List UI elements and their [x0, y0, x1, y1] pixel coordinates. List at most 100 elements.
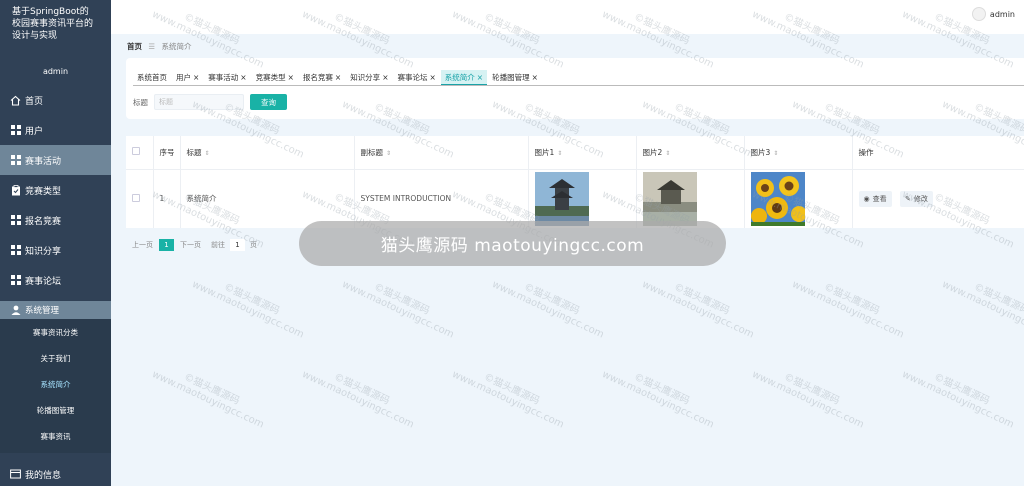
tab-system-intro[interactable]: 系统简介 ×: [440, 70, 488, 85]
sidebar-subitem-carousel[interactable]: 轮播图管理: [0, 397, 111, 423]
page-button-1[interactable]: 1: [159, 239, 174, 251]
cell-actions: ◉ 查看 ✎ 修改: [852, 169, 1024, 228]
avatar[interactable]: [972, 7, 986, 21]
sort-icon[interactable]: ⇕: [665, 150, 670, 157]
prev-page-button[interactable]: 上一页: [132, 239, 153, 251]
tab-knowledge[interactable]: 知识分享 ×: [346, 70, 392, 85]
col-header-label: 副标题: [360, 147, 384, 157]
cell-image-3: [744, 169, 853, 228]
tab-label: 报名竞赛: [302, 73, 333, 82]
pagination: 上一页 1 下一页 前往 1 页: [132, 239, 257, 251]
tab-label: 知识分享: [350, 73, 381, 82]
sidebar-subitem-news[interactable]: 赛事资讯: [0, 423, 111, 449]
close-icon[interactable]: ×: [335, 73, 341, 82]
tab-forum[interactable]: 赛事论坛 ×: [393, 70, 439, 85]
tab-label: 竞赛类型: [255, 73, 286, 82]
col-header: 序号: [153, 136, 181, 170]
close-icon[interactable]: ×: [288, 73, 294, 82]
col-header-label: 图片2: [642, 147, 663, 157]
sidebar-group-label: 系统管理: [25, 306, 60, 316]
tab-bar: 系统首页 用户 × 赛事活动 × 竞赛类型 × 报名竞赛 × 知识分享 × 赛事论坛 × 系…: [133, 70, 543, 85]
pavilion-photo[interactable]: [642, 171, 697, 226]
col-header[interactable]: 标题 ⇕: [180, 136, 355, 170]
grid-icon: [10, 275, 21, 286]
topbar: admin: [111, 0, 1024, 34]
tabs-panel: 系统首页 用户 × 赛事活动 × 竞赛类型 × 报名竞赛 × 知识分享 × 赛事论坛 × 系…: [126, 58, 1024, 119]
cell-image-2: [636, 169, 745, 228]
grid-icon: [10, 125, 21, 136]
edit-label: 修改: [913, 194, 928, 203]
sidebar-item-knowledge[interactable]: 知识分享: [0, 235, 111, 265]
grid-icon: [10, 245, 21, 256]
tab-label: 系统首页: [137, 73, 167, 82]
tab-divider: [133, 85, 1024, 86]
sidebar-item-users[interactable]: 用户: [0, 115, 111, 145]
cell-subtitle: SYSTEM INTRODUCTION: [354, 169, 529, 228]
tab-carousel[interactable]: 轮播图管理 ×: [488, 70, 542, 85]
next-page-button[interactable]: 下一页: [180, 239, 201, 251]
tab-label: 轮播图管理: [492, 73, 530, 82]
close-icon[interactable]: ×: [429, 73, 435, 82]
sidebar-item-competition-type[interactable]: 竞赛类型: [0, 175, 111, 205]
home-icon: [10, 95, 21, 106]
select-all-checkbox[interactable]: [126, 136, 154, 170]
user-icon: [10, 305, 21, 316]
search-button[interactable]: 查询: [250, 94, 287, 110]
view-button[interactable]: ◉ 查看: [858, 190, 892, 207]
col-header: 操作: [852, 136, 1024, 170]
close-icon[interactable]: ×: [532, 73, 538, 82]
col-header[interactable]: 图片2 ⇕: [636, 136, 745, 170]
app-title-line: 基于SpringBoot的: [12, 7, 89, 17]
topbar-username[interactable]: admin: [990, 10, 1015, 19]
app-title-line: 设计与实现: [12, 31, 58, 41]
sidebar-subitem-system-intro[interactable]: 系统简介: [0, 371, 111, 397]
col-header[interactable]: 副标题 ⇕: [354, 136, 529, 170]
sidebar-item-forum[interactable]: 赛事论坛: [0, 265, 111, 295]
sort-icon[interactable]: ⇕: [773, 150, 778, 157]
search-form: 标题 标题 查询: [133, 94, 287, 110]
close-icon[interactable]: ×: [193, 73, 199, 82]
tab-events[interactable]: 赛事活动 ×: [204, 70, 250, 85]
breadcrumb: 首页 ☰ 系统简介: [127, 41, 192, 52]
sidebar-subitem-about[interactable]: 关于我们: [0, 345, 111, 371]
sort-icon[interactable]: ⇕: [386, 150, 391, 157]
sidebar-item-events[interactable]: 赛事活动: [0, 145, 111, 175]
sidebar-item-registration[interactable]: 报名竞赛: [0, 205, 111, 235]
close-icon[interactable]: ×: [240, 73, 246, 82]
sidebar-username: admin: [42, 67, 69, 76]
col-header[interactable]: 图片3 ⇕: [744, 136, 853, 170]
tab-label: 赛事活动: [208, 73, 239, 82]
breadcrumb-home[interactable]: 首页: [127, 42, 142, 51]
tab-competition-type[interactable]: 竞赛类型 ×: [252, 70, 298, 85]
sunflower-photo[interactable]: [750, 171, 805, 226]
row-checkbox[interactable]: [126, 169, 154, 228]
edit-button[interactable]: ✎ 修改: [900, 190, 933, 207]
sidebar-item-home[interactable]: 首页: [0, 85, 111, 115]
breadcrumb-separator-icon: ☰: [148, 42, 156, 51]
tab-label: 用户: [176, 73, 191, 82]
sidebar-item-label: 首页: [25, 96, 44, 107]
sort-icon[interactable]: ⇕: [205, 150, 210, 157]
col-header[interactable]: 图片1 ⇕: [528, 136, 637, 170]
sidebar-subitem-news-category[interactable]: 赛事资讯分类: [0, 319, 111, 345]
col-header-label: 图片1: [534, 147, 555, 157]
sidebar-item-label: 竞赛类型: [25, 186, 62, 197]
close-icon[interactable]: ×: [382, 73, 388, 82]
close-icon[interactable]: ×: [477, 73, 483, 82]
tab-users[interactable]: 用户 ×: [172, 70, 203, 85]
page-unit-label: 页: [250, 241, 257, 249]
tab-home[interactable]: 系统首页: [133, 70, 171, 85]
title-search-input[interactable]: 标题: [154, 94, 244, 110]
table-row: 1 系统简介 SYSTEM INTRODUCTION ◉ 查看 ✎ 修改: [126, 169, 1024, 228]
sidebar-group-system[interactable]: 系统管理: [0, 301, 111, 319]
sort-icon[interactable]: ⇕: [557, 150, 562, 157]
app-title: 基于SpringBoot的 校园赛事资讯平台的 设计与实现 admin: [0, 0, 111, 85]
clipboard-icon: [10, 184, 21, 196]
goto-page-input[interactable]: 1: [230, 239, 245, 251]
tab-registration[interactable]: 报名竞赛 ×: [299, 70, 345, 85]
sidebar-item-my-info[interactable]: 我的信息: [0, 459, 111, 486]
col-header-label: 图片3: [750, 147, 771, 157]
pagoda-photo[interactable]: [534, 171, 589, 226]
sidebar-item-label: 赛事论坛: [25, 276, 62, 287]
sidebar-item-label: 报名竞赛: [25, 216, 62, 227]
